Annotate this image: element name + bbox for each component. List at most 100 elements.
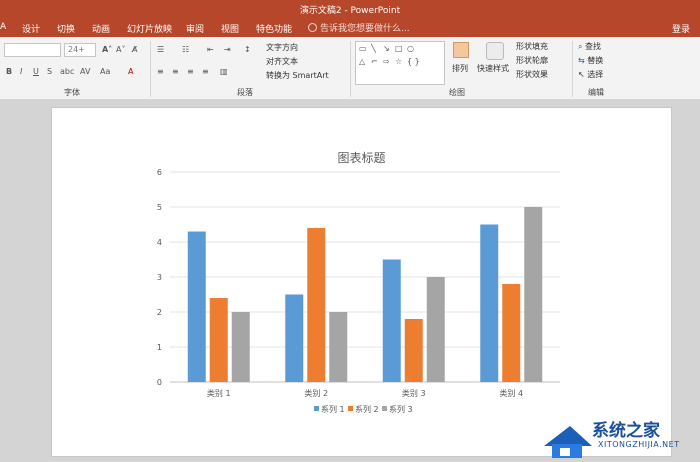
- login-link[interactable]: 登录: [672, 22, 690, 35]
- find-label: 查找: [585, 42, 602, 51]
- bar-series1: [187, 231, 206, 382]
- ribbon-tab-bar: A 设计 切换 动画 幻灯片放映 审阅 视图 特色功能 告诉我您想要做什么...…: [0, 18, 700, 37]
- y-tick-label: 2: [157, 308, 162, 317]
- group-divider: [572, 41, 573, 97]
- decrease-indent-icon[interactable]: ⇤: [207, 45, 214, 54]
- shape-rect-icon[interactable]: □: [395, 44, 403, 53]
- cursor-icon: ↖: [578, 70, 585, 79]
- search-icon: ⌕: [578, 42, 583, 51]
- legend-swatch: [348, 406, 353, 411]
- arrange-button[interactable]: 排列: [452, 63, 468, 74]
- quick-styles-icon: [486, 42, 504, 60]
- font-group-label: 字体: [64, 88, 80, 97]
- bar-series3: [329, 312, 348, 382]
- shape-brace-icon[interactable]: { }: [407, 57, 420, 66]
- ribbon: 24+ A˄ A˅ A̸ B I U S abc AV Aa A 字体 ☰ ☷ …: [0, 37, 700, 100]
- arrange-icon: [453, 42, 469, 58]
- replace-label: 替换: [587, 56, 604, 65]
- shape-fill-button[interactable]: 形状填充: [516, 41, 548, 52]
- shape-textbox-icon[interactable]: ▭: [359, 44, 367, 53]
- font-size-input[interactable]: 24+: [64, 43, 96, 57]
- align-left-icon[interactable]: ≡: [157, 67, 164, 76]
- tab-slideshow[interactable]: 幻灯片放映: [127, 22, 172, 35]
- x-tick-label: 类别 4: [499, 388, 523, 398]
- slide-canvas[interactable]: 图表标题 0 1 2 3 4 5 6 类别 1 类别 2 类别 3 类别 4 系列 1 系列 2 系列 3: [51, 107, 672, 457]
- tab-transitions[interactable]: 切换: [57, 22, 75, 35]
- bold-icon[interactable]: B: [6, 67, 12, 76]
- align-right-icon[interactable]: ≡: [187, 67, 194, 76]
- font-size-value: 24+: [68, 45, 85, 54]
- shape-effects-button[interactable]: 形状效果: [516, 69, 548, 80]
- change-case-icon[interactable]: Aa: [100, 67, 110, 76]
- shape-star-icon[interactable]: ☆: [395, 57, 402, 66]
- shape-elbow-icon[interactable]: ⌐: [371, 57, 378, 66]
- shape-oval-icon[interactable]: ○: [407, 44, 414, 53]
- x-tick-label: 类别 2: [304, 388, 328, 398]
- bar-series1: [382, 259, 401, 382]
- editing-group-label: 编辑: [588, 88, 604, 97]
- y-tick-label: 6: [157, 168, 162, 177]
- shape-line-icon[interactable]: ╲: [371, 44, 376, 53]
- window-title: 演示文稿2 - PowerPoint: [299, 6, 401, 16]
- bar-series2: [307, 228, 326, 382]
- drawing-group-label: 绘图: [449, 88, 465, 97]
- select-button[interactable]: ↖ 选择: [578, 69, 603, 80]
- tab-review[interactable]: 审阅: [186, 22, 204, 35]
- tab-animations[interactable]: 动画: [92, 22, 110, 35]
- font-name-input[interactable]: [4, 43, 61, 57]
- convert-smartart-button[interactable]: 转换为 SmartArt: [266, 70, 329, 81]
- shape-triangle-icon[interactable]: △: [359, 57, 365, 66]
- grow-font-icon[interactable]: A˄: [102, 45, 112, 54]
- watermark-name: 系统之家: [592, 421, 660, 441]
- legend-swatch: [314, 406, 319, 411]
- tab-design[interactable]: 设计: [22, 22, 40, 35]
- columns-icon[interactable]: ▥: [220, 67, 228, 76]
- tell-me-search[interactable]: 告诉我您想要做什么...: [308, 21, 410, 34]
- shrink-font-icon[interactable]: A˅: [116, 45, 125, 54]
- shape-arrow-icon[interactable]: ↘: [383, 44, 390, 53]
- y-tick-label: 5: [157, 203, 162, 212]
- paragraph-group-label: 段落: [237, 88, 253, 97]
- tab-partial-glyph[interactable]: A: [0, 22, 6, 32]
- font-color-icon[interactable]: A: [128, 67, 133, 76]
- tell-me-placeholder: 告诉我您想要做什么...: [320, 24, 410, 34]
- y-tick-label: 3: [157, 273, 162, 282]
- find-button[interactable]: ⌕ 查找: [578, 41, 601, 52]
- replace-button[interactable]: ⇆ 替换: [578, 55, 603, 66]
- legend-label: 系列 3: [389, 404, 413, 414]
- shadow-icon[interactable]: S: [47, 67, 52, 76]
- bullets-icon[interactable]: ☰: [157, 45, 164, 54]
- title-bar: 演示文稿2 - PowerPoint: [0, 0, 700, 18]
- align-text-button[interactable]: 对齐文本: [266, 56, 298, 67]
- bar-series3: [426, 277, 445, 382]
- bar-series1: [285, 294, 304, 382]
- line-spacing-icon[interactable]: ↕: [244, 45, 251, 54]
- quick-styles-button[interactable]: 快速样式: [477, 63, 509, 74]
- y-tick-label: 0: [157, 378, 162, 387]
- numbering-icon[interactable]: ☷: [182, 45, 189, 54]
- clear-format-icon[interactable]: A̸: [132, 45, 137, 54]
- x-tick-label: 类别 1: [207, 388, 231, 398]
- tab-view[interactable]: 视图: [221, 22, 239, 35]
- strikethrough-icon[interactable]: abc: [60, 67, 74, 76]
- shapes-gallery[interactable]: ▭ ╲ ↘ □ ○ △ ⌐ ⇨ ☆ { }: [355, 41, 445, 85]
- house-roof-shape: [544, 426, 592, 446]
- char-spacing-icon[interactable]: AV: [80, 67, 90, 76]
- shape-right-arrow-icon[interactable]: ⇨: [383, 57, 390, 66]
- bar-series2: [502, 284, 521, 382]
- group-divider: [150, 41, 151, 97]
- increase-indent-icon[interactable]: ⇥: [224, 45, 231, 54]
- shape-outline-button[interactable]: 形状轮廓: [516, 55, 548, 66]
- italic-icon[interactable]: I: [20, 67, 22, 76]
- replace-icon: ⇆: [578, 56, 585, 65]
- align-center-icon[interactable]: ≡: [172, 67, 179, 76]
- tab-features[interactable]: 特色功能: [256, 22, 292, 35]
- bar-series2: [209, 298, 228, 382]
- justify-icon[interactable]: ≡: [202, 67, 209, 76]
- bar-series3: [231, 312, 250, 382]
- text-direction-button[interactable]: 文字方向: [266, 42, 298, 53]
- underline-icon[interactable]: U: [33, 67, 39, 76]
- bar-chart[interactable]: 0 1 2 3 4 5 6 类别 1 类别 2 类别 3 类别 4 系列 1 系列 2 系列 3: [52, 108, 671, 456]
- watermark-url: XITONGZHIJIA.NET: [598, 440, 680, 449]
- bar-series1: [480, 224, 499, 382]
